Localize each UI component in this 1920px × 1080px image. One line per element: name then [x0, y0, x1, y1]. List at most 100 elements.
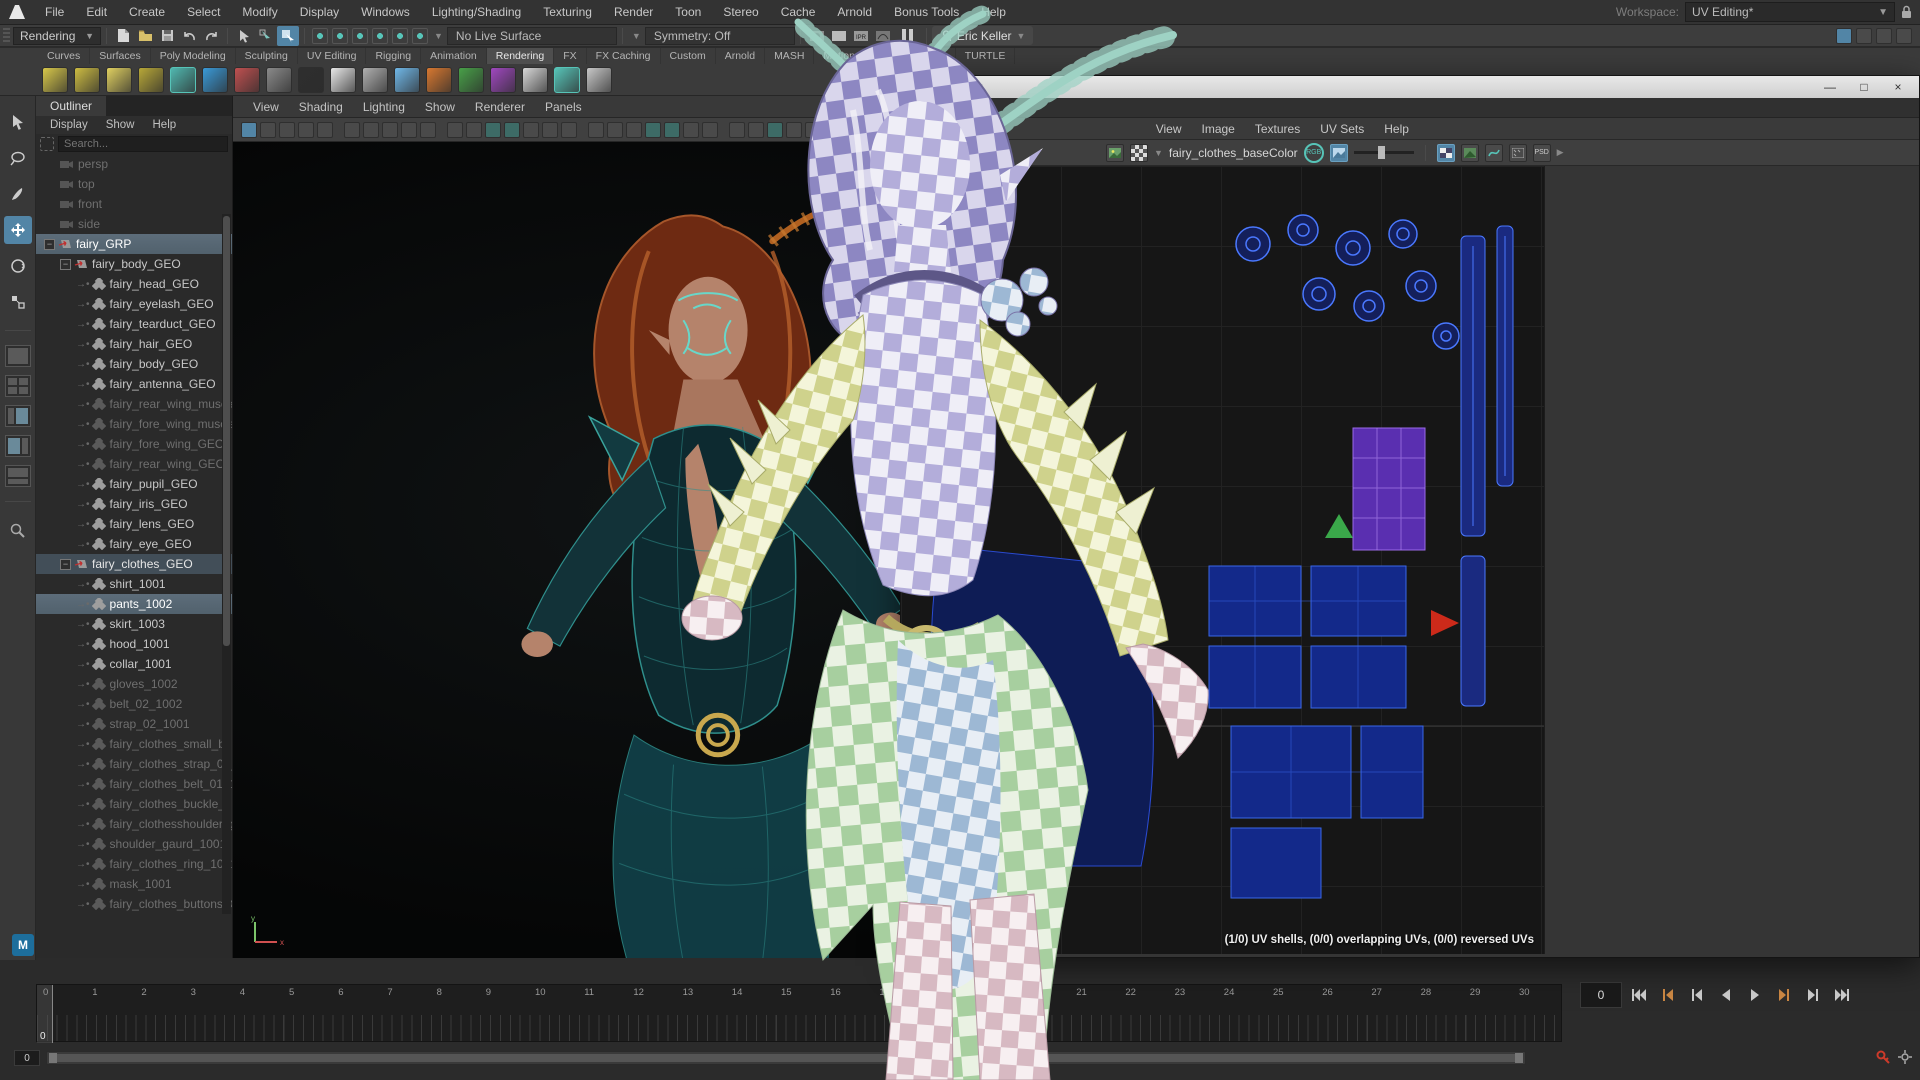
- select-object-mode-button[interactable]: [233, 26, 255, 46]
- outliner-item-mask_1001[interactable]: →•mask_1001: [36, 874, 232, 894]
- dim-image-toggle[interactable]: [1509, 144, 1527, 162]
- outliner-item-belt_02_1002[interactable]: →•belt_02_1002: [36, 694, 232, 714]
- outliner-item-persp[interactable]: persp: [36, 154, 232, 174]
- snap-to-grid-icon[interactable]: [312, 28, 328, 44]
- viewport-menu-show[interactable]: Show: [415, 100, 465, 114]
- menu-edit[interactable]: Edit: [75, 0, 118, 25]
- shelf-tab-uv-editing[interactable]: UV Editing: [298, 48, 367, 64]
- shelf-icon[interactable]: [202, 67, 228, 93]
- viewport-toolbar-icon[interactable]: [702, 122, 718, 138]
- texture-image-icon[interactable]: [1106, 144, 1124, 162]
- snap-to-curve-icon[interactable]: [332, 28, 348, 44]
- shelf-icon[interactable]: [234, 67, 260, 93]
- render-current-frame-icon[interactable]: [828, 26, 850, 46]
- uv-menu-tools[interactable]: Tools: [948, 122, 996, 136]
- outliner-item-fairy_pupil_GEO[interactable]: →•fairy_pupil_GEO: [36, 474, 232, 494]
- shelf-icon[interactable]: [138, 67, 164, 93]
- open-scene-button[interactable]: [134, 26, 156, 46]
- shelf-tab-curves[interactable]: Curves: [38, 48, 90, 64]
- shelf-tab-rendering[interactable]: Rendering: [487, 48, 554, 64]
- viewport-toolbar-icon[interactable]: [561, 122, 577, 138]
- snap-to-point-icon[interactable]: [352, 28, 368, 44]
- shelf-icon[interactable]: [170, 67, 196, 93]
- checker-display-toggle[interactable]: [1437, 144, 1455, 162]
- uv-menu-image[interactable]: Image: [1192, 122, 1245, 136]
- viewport-toolbar-icon[interactable]: [298, 122, 314, 138]
- viewport-toolbar-icon[interactable]: [401, 122, 417, 138]
- shelf-tab-custom[interactable]: Custom: [661, 48, 716, 64]
- viewport-toolbar-icon[interactable]: [786, 122, 802, 138]
- menu-cache[interactable]: Cache: [770, 0, 827, 25]
- outliner-item-fairy_clothes_GEO[interactable]: −fairy_clothes_GEO: [36, 554, 232, 574]
- select-component-mode-button[interactable]: [277, 26, 299, 46]
- outliner-item-fairy_hair_GEO[interactable]: →•fairy_hair_GEO: [36, 334, 232, 354]
- chevron-right-icon[interactable]: ▶: [1557, 147, 1564, 158]
- shelf-tab-arnold[interactable]: Arnold: [716, 48, 765, 64]
- outliner-item-fairy_head_GEO[interactable]: →•fairy_head_GEO: [36, 274, 232, 294]
- outliner-tab[interactable]: Outliner: [36, 96, 106, 116]
- viewport-toolbar-icon[interactable]: [504, 122, 520, 138]
- display-image-toggle[interactable]: [1330, 144, 1348, 162]
- outliner-item-fairy_iris_GEO[interactable]: →•fairy_iris_GEO: [36, 494, 232, 514]
- live-surface-field[interactable]: No Live Surface: [447, 27, 617, 45]
- outliner-scrollbar[interactable]: [222, 214, 231, 914]
- outliner-item-fairy_rear_wing_GEO[interactable]: →•fairy_rear_wing_GEO: [36, 454, 232, 474]
- viewport-toolbar-icon[interactable]: [447, 122, 463, 138]
- four-view-layout-button[interactable]: [5, 375, 31, 397]
- shelf-tab-fx-caching[interactable]: FX Caching: [587, 48, 661, 64]
- outliner-item-fairy_body_GEO[interactable]: −fairy_body_GEO: [36, 254, 232, 274]
- menu-arnold[interactable]: Arnold: [826, 0, 883, 25]
- shelf-icon[interactable]: [394, 67, 420, 93]
- outliner-item-fairy_fore_wing_GEO[interactable]: →•fairy_fore_wing_GEO: [36, 434, 232, 454]
- render-view-icon[interactable]: [806, 26, 828, 46]
- paint-select-tool[interactable]: [4, 180, 32, 208]
- outliner-item-collar_1001[interactable]: →•collar_1001: [36, 654, 232, 674]
- shelf-icon[interactable]: [298, 67, 324, 93]
- minimize-button[interactable]: —: [1815, 78, 1845, 96]
- snap-to-projected-center-icon[interactable]: [372, 28, 388, 44]
- play-backwards-button[interactable]: [1714, 982, 1738, 1008]
- viewport-toolbar-icon[interactable]: [279, 122, 295, 138]
- menu-display[interactable]: Display: [289, 0, 350, 25]
- outliner-item-skirt_1003[interactable]: →•skirt_1003: [36, 614, 232, 634]
- shelf-icon[interactable]: [42, 67, 68, 93]
- viewport-menu-view[interactable]: View: [243, 100, 289, 114]
- persp-uv-layout-button[interactable]: [5, 435, 31, 457]
- menu-create[interactable]: Create: [118, 0, 176, 25]
- image-dim-slider[interactable]: [1354, 151, 1414, 154]
- shelf-icon[interactable]: [106, 67, 132, 93]
- zoom-tool-icon[interactable]: [4, 516, 32, 544]
- texture-name-label[interactable]: fairy_clothes_baseColor: [1169, 146, 1298, 160]
- outliner-item-top[interactable]: top: [36, 174, 232, 194]
- viewport-toolbar-icon[interactable]: [748, 122, 764, 138]
- menu-windows[interactable]: Windows: [350, 0, 421, 25]
- outliner-item-fairy_tearduct_GEO[interactable]: →•fairy_tearduct_GEO: [36, 314, 232, 334]
- shelf-tab-poly-modeling[interactable]: Poly Modeling: [151, 48, 236, 64]
- viewport-toolbar-icon[interactable]: [626, 122, 642, 138]
- viewport-toolbar-icon[interactable]: [767, 122, 783, 138]
- shelf-tab-turtle[interactable]: TURTLE: [956, 48, 1016, 64]
- outliner-item-shirt_1001[interactable]: →•shirt_1001: [36, 574, 232, 594]
- uv-canvas[interactable]: (1/0) UV shells, (0/0) overlapping UVs, …: [901, 166, 1545, 954]
- shelf-icon[interactable]: [330, 67, 356, 93]
- viewport-toolbar-icon[interactable]: [729, 122, 745, 138]
- menu-help[interactable]: Help: [970, 0, 1017, 25]
- outliner-menu-help[interactable]: Help: [145, 119, 185, 131]
- account-menu[interactable]: Eric Keller ▼: [932, 26, 1034, 45]
- outliner-item-gloves_1002[interactable]: →•gloves_1002: [36, 674, 232, 694]
- shelf-icon[interactable]: [74, 67, 100, 93]
- viewport-toolbar-icon[interactable]: [466, 122, 482, 138]
- viewport-menu-panels[interactable]: Panels: [535, 100, 592, 114]
- redo-button[interactable]: [200, 26, 222, 46]
- four-pane-layout-icon[interactable]: [1856, 28, 1872, 44]
- render-settings-icon[interactable]: [872, 26, 894, 46]
- viewport-toolbar-icon[interactable]: [344, 122, 360, 138]
- outliner-item-fairy_fore_wing_muscles_GEO[interactable]: →•fairy_fore_wing_muscles_GEO: [36, 414, 232, 434]
- menuset-dropdown[interactable]: Rendering ▼: [13, 27, 101, 45]
- select-tool[interactable]: [4, 108, 32, 136]
- search-input[interactable]: [58, 136, 228, 152]
- shelf-tab-xgen[interactable]: XGen: [910, 48, 956, 64]
- go-to-start-button[interactable]: [1627, 982, 1651, 1008]
- outliner-item-side[interactable]: side: [36, 214, 232, 234]
- shelf-icon[interactable]: [458, 67, 484, 93]
